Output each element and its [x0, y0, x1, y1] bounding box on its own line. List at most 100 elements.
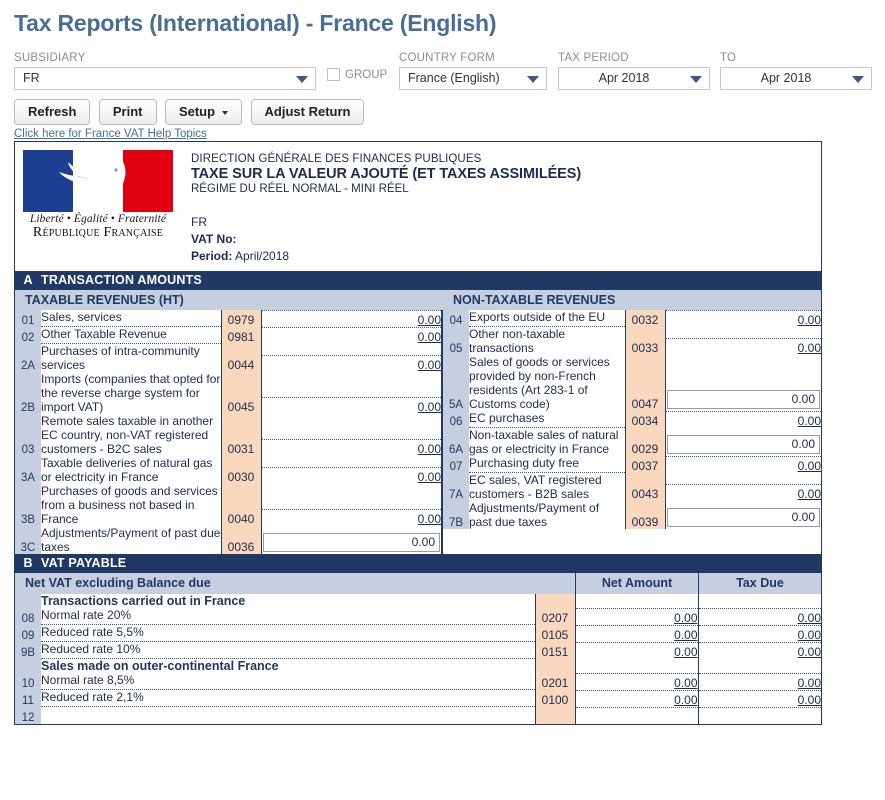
row-description: Purchases of intra-community services	[41, 344, 221, 372]
amount-value[interactable]: 0.00	[798, 313, 821, 327]
to-select[interactable]: Apr 2018	[720, 67, 872, 90]
country-form-select[interactable]: France (English)	[399, 67, 547, 90]
net-amount-header: Net Amount	[575, 573, 698, 594]
row-amount-cell	[575, 707, 698, 724]
row-box-code	[535, 594, 575, 608]
amount-value[interactable]: 0.00	[798, 611, 821, 625]
row-number: 01	[15, 310, 41, 327]
amount-value[interactable]: 0.00	[798, 645, 821, 659]
table-row: 3BPurchases of goods and services from a…	[15, 484, 441, 526]
amount-value[interactable]: 0.00	[418, 470, 441, 484]
row-description: Other non-taxable transactions	[469, 327, 625, 355]
row-amount-cell: 0.00	[665, 327, 821, 355]
form-header-text: DIRECTION GÉNÉRALE DES FINANCES PUBLIQUE…	[178, 150, 581, 265]
row-number: 11	[15, 690, 41, 707]
amount-value[interactable]: 0.00	[798, 693, 821, 707]
leader-dots	[666, 338, 822, 339]
row-box-code: 0100	[535, 690, 575, 707]
section-a-left-column: 01Sales, services09790.0002Other Taxable…	[15, 310, 443, 554]
amount-input[interactable]: 0.00	[263, 533, 441, 552]
row-description: Remote sales taxable in another EC count…	[41, 414, 221, 456]
group-header-label: Sales made on outer-continental France	[41, 659, 535, 673]
row-amount-cell: 0.00	[665, 501, 821, 529]
row-amount-cell: 0.00	[261, 484, 441, 526]
print-button[interactable]: Print	[99, 99, 157, 125]
row-amount-cell: 0.00	[261, 310, 441, 327]
group-checkbox-wrap[interactable]: GROUP	[327, 68, 387, 81]
row-amount-cell: 0.00	[261, 414, 441, 456]
row-number: 05	[443, 327, 469, 355]
form-main-title: TAXE SUR LA VALEUR AJOUTÉ (ET TAXES ASSI…	[191, 166, 581, 182]
toolbar: Refresh Print Setup Adjust Return	[0, 99, 885, 127]
row-box-code: 0207	[535, 608, 575, 625]
leader-dots	[699, 690, 822, 691]
amount-input[interactable]: 0.00	[667, 435, 821, 454]
republic-name: République Française	[23, 225, 173, 241]
period-value: April/2018	[235, 249, 289, 263]
row-amount-cell	[698, 707, 821, 724]
row-amount-cell: 0.00	[665, 473, 821, 501]
row-description: Imports (companies that opted for the re…	[41, 372, 221, 414]
amount-value[interactable]: 0.00	[798, 628, 821, 642]
row-box-code: 0040	[221, 484, 261, 526]
refresh-button[interactable]: Refresh	[14, 99, 90, 125]
section-a-bar: A TRANSACTION AMOUNTS	[15, 271, 821, 290]
subsidiary-label: SUBSIDIARY	[14, 51, 316, 65]
leader-dots	[666, 456, 822, 457]
to-value: Apr 2018	[761, 71, 812, 85]
chevron-down-icon	[296, 76, 308, 83]
row-box-code: 0033	[625, 327, 665, 355]
amount-value[interactable]: 0.00	[418, 330, 441, 344]
country-form-value: France (English)	[408, 71, 500, 85]
adjust-return-button[interactable]: Adjust Return	[251, 99, 365, 125]
leader-dots	[576, 707, 698, 708]
tax-period-value: Apr 2018	[599, 71, 650, 85]
row-box-code: 0201	[535, 673, 575, 690]
amount-value[interactable]: 0.00	[418, 442, 441, 456]
row-description: Adjustments/Payment of past due taxes	[41, 526, 221, 554]
amount-value[interactable]: 0.00	[418, 358, 441, 372]
amount-value[interactable]: 0.00	[674, 693, 697, 707]
row-description: Sales, services	[41, 310, 221, 327]
amount-value[interactable]: 0.00	[798, 341, 821, 355]
amount-value[interactable]: 0.00	[798, 676, 821, 690]
amount-input[interactable]: 0.00	[667, 508, 821, 527]
row-amount-cell: 0.00	[261, 344, 441, 372]
subsidiary-field: SUBSIDIARY FR	[14, 51, 316, 90]
amount-value[interactable]: 0.00	[798, 414, 821, 428]
row-box-code: 0037	[625, 456, 665, 473]
row-number: 3A	[15, 456, 41, 484]
help-topics-link[interactable]: Click here for France VAT Help Topics	[0, 128, 885, 140]
amount-value[interactable]: 0.00	[418, 313, 441, 327]
row-number: 12	[15, 707, 41, 724]
subsidiary-select[interactable]: FR	[14, 67, 316, 90]
section-a-right-column: 04Exports outside of the EU00320.0005Oth…	[443, 310, 821, 554]
leader-dots	[262, 467, 442, 468]
amount-value[interactable]: 0.00	[674, 676, 697, 690]
leader-dots	[576, 625, 698, 626]
tax-period-label: TAX PERIOD	[558, 51, 710, 65]
row-box-code: 0047	[625, 355, 665, 411]
tax-period-select[interactable]: Apr 2018	[558, 67, 710, 90]
amount-value[interactable]: 0.00	[798, 487, 821, 501]
leader-dots	[576, 673, 698, 674]
leader-dots	[699, 625, 822, 626]
amount-value[interactable]: 0.00	[418, 512, 441, 526]
leader-dots	[576, 642, 698, 643]
row-number: 08	[15, 608, 41, 625]
leader-dots	[262, 397, 442, 398]
amount-value[interactable]: 0.00	[418, 400, 441, 414]
amount-value[interactable]: 0.00	[674, 611, 697, 625]
row-amount-cell: 0.00	[261, 372, 441, 414]
row-number: 3C	[15, 526, 41, 554]
chevron-down-icon	[527, 76, 539, 83]
amount-value[interactable]: 0.00	[798, 459, 821, 473]
to-label: TO	[720, 51, 872, 65]
setup-button[interactable]: Setup	[165, 99, 242, 125]
row-description: Exports outside of the EU	[469, 310, 625, 327]
row-box-code: 0044	[221, 344, 261, 372]
group-checkbox[interactable]	[327, 68, 340, 81]
amount-value[interactable]: 0.00	[674, 645, 697, 659]
amount-input[interactable]: 0.00	[667, 390, 821, 409]
amount-value[interactable]: 0.00	[674, 628, 697, 642]
